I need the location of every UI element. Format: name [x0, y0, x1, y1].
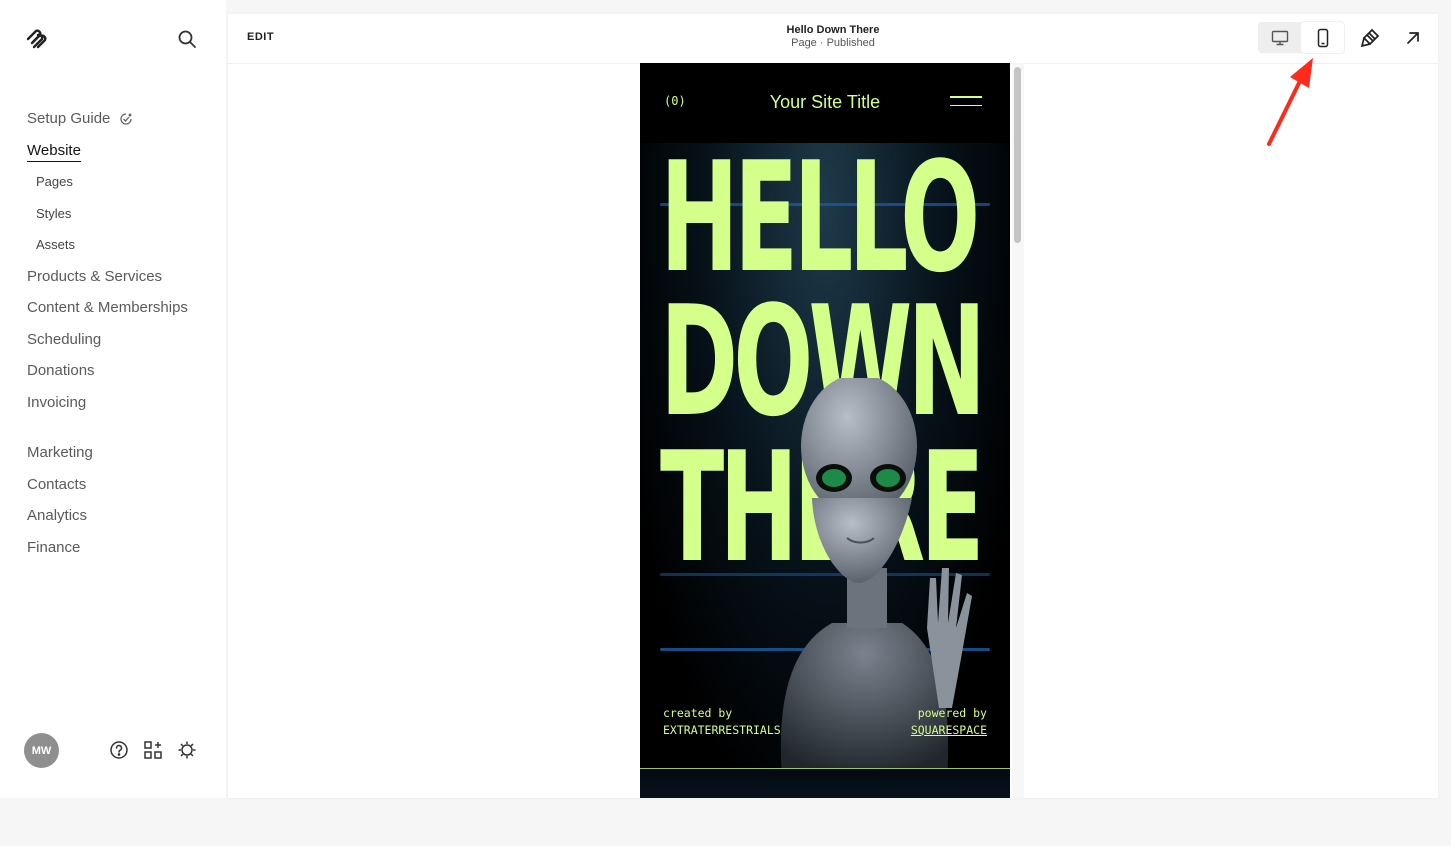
search-icon[interactable]: [176, 28, 198, 50]
sidebar: Setup Guide Website Pages Styles Assets …: [0, 0, 226, 798]
squarespace-logo-icon[interactable]: [25, 27, 49, 51]
page-title-block: Hello Down There Page · Published: [228, 24, 1438, 49]
credit-extraterrestrials: EXTRATERRESTRIALS: [663, 723, 781, 737]
sidebar-item-content-memberships[interactable]: Content & Memberships: [27, 297, 188, 329]
add-block-icon[interactable]: [143, 740, 163, 760]
sidebar-item-invoicing[interactable]: Invoicing: [27, 392, 188, 424]
sidebar-item-styles[interactable]: Styles: [27, 203, 188, 235]
settings-icon[interactable]: [177, 740, 197, 760]
mobile-icon: [1317, 28, 1328, 47]
sidebar-item-finance[interactable]: Finance: [27, 537, 188, 569]
mobile-view-button[interactable]: [1301, 22, 1344, 53]
sidebar-footer: MW: [0, 733, 226, 769]
editor-panel: EDIT Hello Down There Page · Published (…: [228, 14, 1438, 798]
next-section: [640, 769, 1010, 798]
sidebar-item-label: Website: [27, 141, 81, 162]
sidebar-item-donations[interactable]: Donations: [27, 360, 188, 392]
sidebar-item-assets[interactable]: Assets: [27, 234, 188, 266]
hamburger-menu-icon[interactable]: [950, 96, 982, 108]
desktop-view-button[interactable]: [1258, 22, 1301, 53]
view-toggle: [1258, 22, 1344, 53]
desktop-icon: [1271, 30, 1288, 45]
sidebar-nav: Setup Guide Website Pages Styles Assets …: [27, 108, 188, 568]
hero-section: HELLO DOWN THERE: [640, 129, 1010, 778]
open-external-icon[interactable]: [1402, 27, 1424, 49]
nav-divider-gap: [27, 423, 188, 442]
sidebar-item-scheduling[interactable]: Scheduling: [27, 329, 188, 361]
credit-left: created by EXTRATERRESTRIALS: [663, 705, 781, 739]
sidebar-item-pages[interactable]: Pages: [27, 171, 188, 203]
credit-created-by: created by: [663, 706, 733, 720]
sidebar-item-setup-guide[interactable]: Setup Guide: [27, 108, 188, 140]
scrollbar-thumb[interactable]: [1014, 67, 1021, 243]
sidebar-item-label: Setup Guide: [27, 110, 111, 127]
sidebar-item-website[interactable]: Website: [27, 140, 188, 172]
page-title: Hello Down There: [786, 24, 880, 36]
avatar[interactable]: MW: [24, 733, 59, 768]
help-icon[interactable]: [109, 740, 129, 760]
sidebar-item-analytics[interactable]: Analytics: [27, 505, 188, 537]
mobile-site-preview[interactable]: (0) Your Site Title HELLO DOWN THERE: [640, 63, 1010, 798]
editor-toolbar: EDIT Hello Down There Page · Published: [228, 14, 1438, 64]
site-styles-icon[interactable]: [1359, 27, 1381, 49]
headline-line-1: HELLO: [660, 129, 980, 306]
sidebar-item-products-services[interactable]: Products & Services: [27, 266, 188, 298]
setup-progress-icon: [119, 113, 132, 125]
credit-right: powered by SQUARESPACE: [911, 705, 987, 739]
sidebar-item-contacts[interactable]: Contacts: [27, 474, 188, 506]
page-status: Page · Published: [791, 37, 875, 49]
squarespace-link[interactable]: SQUARESPACE: [911, 723, 987, 737]
sidebar-item-marketing[interactable]: Marketing: [27, 442, 188, 474]
credit-powered-by: powered by: [917, 706, 987, 720]
preview-scrollbar[interactable]: [1012, 63, 1024, 798]
